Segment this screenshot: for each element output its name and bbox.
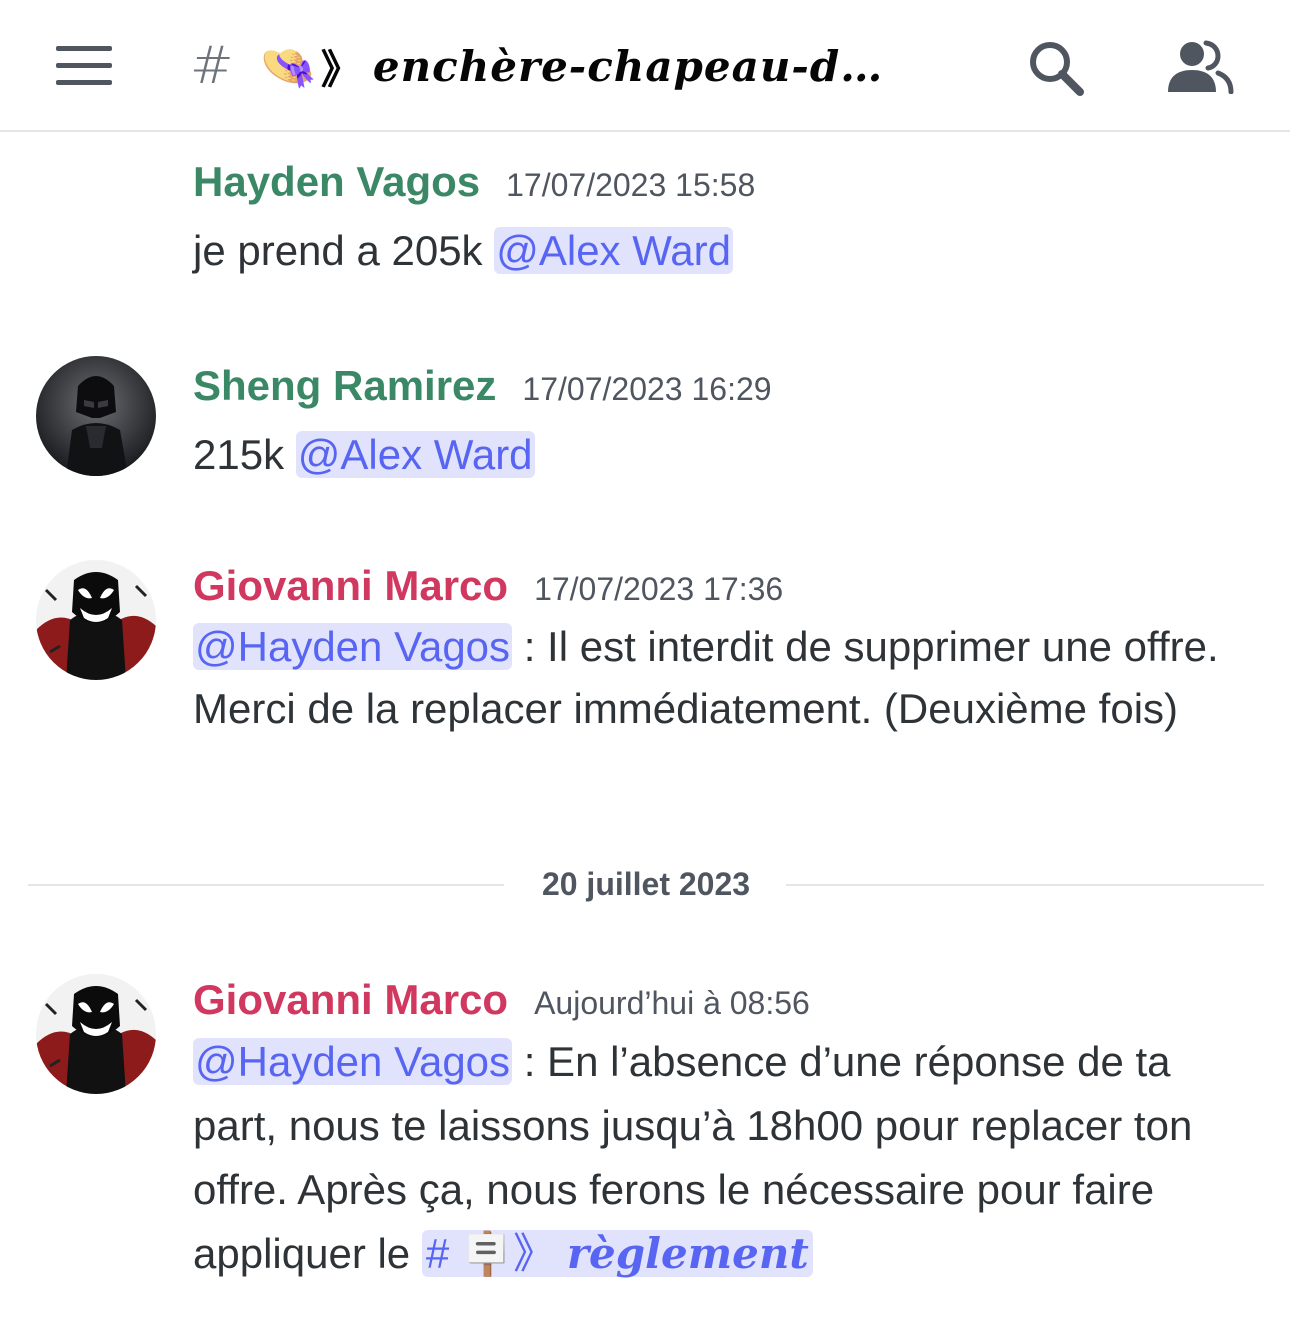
channel-separator: 》: [513, 1230, 556, 1277]
hamburger-menu-icon[interactable]: [56, 46, 112, 86]
message[interactable]: Sheng Ramirez 17/07/2023 16:29 215k @Ale…: [0, 356, 1290, 506]
message-text: je prend a 205k: [193, 227, 495, 274]
menu-line: [56, 46, 112, 51]
message-content: 215k @Alex Ward: [193, 424, 1253, 486]
avatar[interactable]: [36, 356, 156, 476]
message-timestamp: Aujourd’hui à 08:56: [534, 985, 810, 1021]
message-author[interactable]: Sheng Ramirez: [193, 362, 496, 410]
message-content: @Hayden Vagos : Il est interdit de suppr…: [193, 616, 1253, 740]
menu-line: [56, 63, 112, 68]
channel-mention-reglement[interactable]: # 🪧》 règlement: [421, 1229, 813, 1278]
user-mention[interactable]: @Hayden Vagos: [193, 623, 513, 670]
channel-separator: 》: [320, 47, 361, 93]
message-author[interactable]: Giovanni Marco: [193, 976, 508, 1024]
message-timestamp: 17/07/2023 16:29: [522, 371, 772, 407]
members-icon[interactable]: [1166, 40, 1234, 95]
message-content: je prend a 205k @Alex Ward: [193, 220, 1253, 282]
user-mention[interactable]: @Alex Ward: [295, 431, 535, 478]
date-divider-label: 20 juillet 2023: [541, 866, 751, 902]
message-timestamp: 17/07/2023 15:58: [506, 167, 756, 203]
search-icon[interactable]: [1026, 38, 1086, 98]
channel-hash-icon: #: [190, 36, 234, 96]
message[interactable]: Giovanni Marco 17/07/2023 17:36 @Hayden …: [0, 560, 1290, 820]
channel-hash-icon: #: [425, 1230, 450, 1277]
message-content: @Hayden Vagos : En l’absence d’une répon…: [193, 1030, 1253, 1286]
message[interactable]: Hayden Vagos 17/07/2023 15:58 je prend a…: [0, 150, 1290, 300]
avatar[interactable]: [36, 974, 156, 1094]
message-text: 215k: [193, 431, 296, 478]
message[interactable]: Giovanni Marco Aujourd’hui à 08:56 @Hayd…: [0, 974, 1290, 1304]
message-author[interactable]: Giovanni Marco: [193, 562, 508, 610]
channel-header-bar: # 👒 》 enchère-chapeau-d…: [0, 0, 1290, 132]
sign-emoji-icon: 🪧: [460, 1230, 514, 1277]
menu-line: [56, 80, 112, 85]
user-mention[interactable]: @Hayden Vagos: [193, 1038, 513, 1085]
message-timestamp: 17/07/2023 17:36: [534, 571, 784, 607]
channel-name: enchère-chapeau-d…: [372, 41, 884, 91]
channel-title[interactable]: # 👒 》 enchère-chapeau-d…: [190, 34, 970, 98]
channel-mention-name: règlement: [566, 1229, 809, 1278]
date-divider: 20 juillet 2023: [28, 860, 1264, 910]
user-mention[interactable]: @Alex Ward: [494, 227, 734, 274]
avatar[interactable]: [36, 560, 156, 680]
message-author[interactable]: Hayden Vagos: [193, 158, 480, 206]
hat-emoji-icon: 👒: [259, 38, 317, 93]
